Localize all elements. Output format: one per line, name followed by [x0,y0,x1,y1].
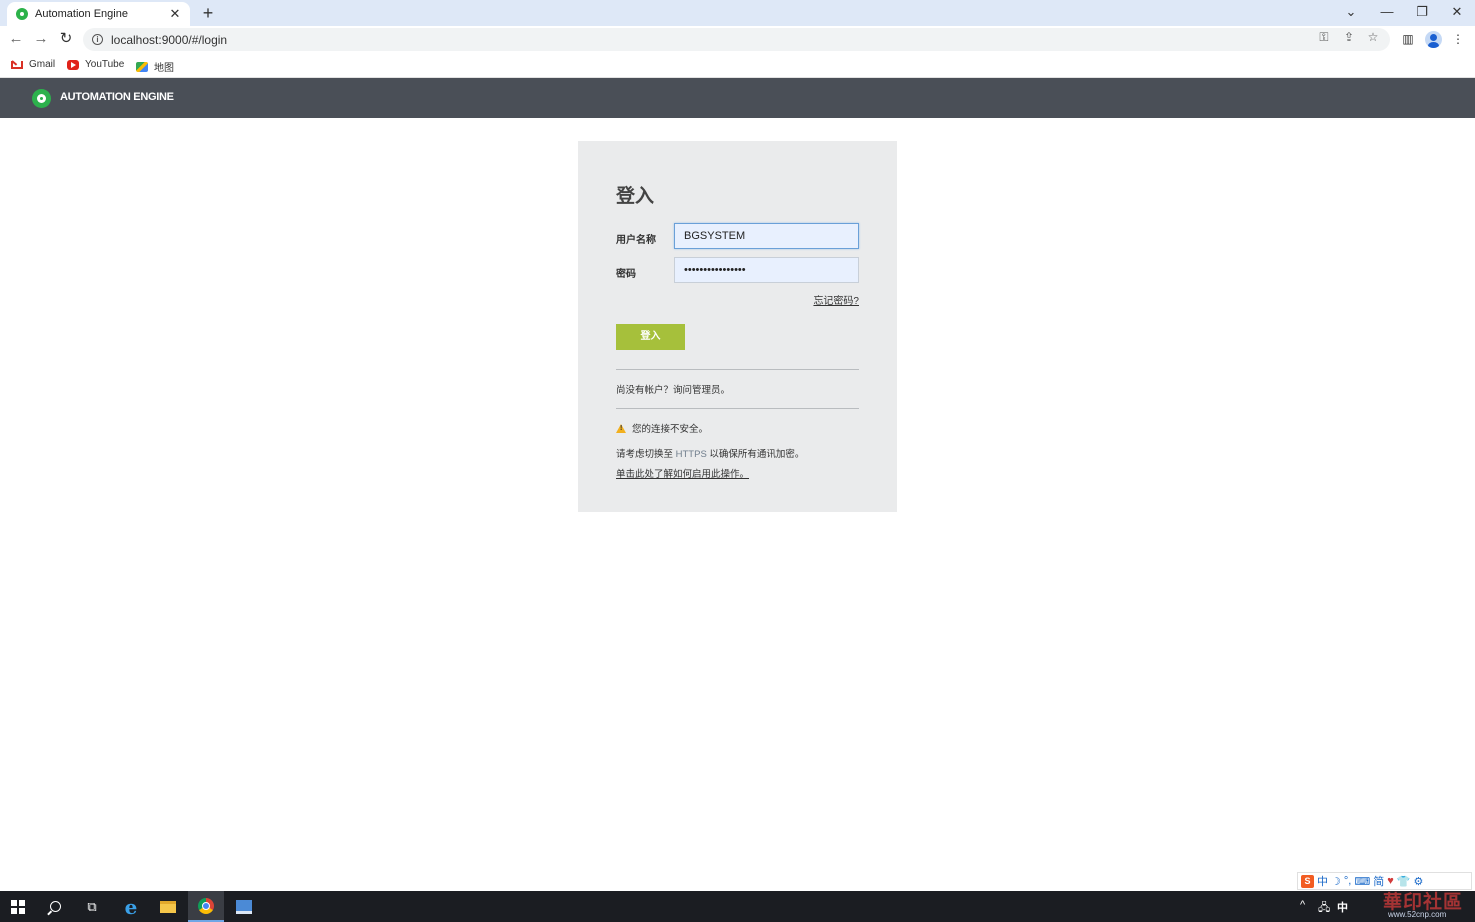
settings-gear-icon[interactable]: ⚙ [1413,875,1423,888]
close-window-button[interactable]: ✕ [1447,3,1467,21]
app-name[interactable]: AUTOMATION ENGINE [60,91,174,103]
ime-mode-icon[interactable]: 中 [1317,873,1328,889]
https-word: HTTPS [675,449,707,460]
warning-text: 您的连接不安全。 [632,424,709,435]
https-advice-text: 以确保所有通讯加密。 [706,449,805,460]
divider [616,369,859,370]
browser-menu-icon[interactable]: ⋮ [1450,32,1466,46]
address-bar[interactable]: i localhost:9000/#/login [83,28,1390,51]
warning-icon [616,424,626,433]
divider [616,408,859,409]
bookmark-gmail[interactable]: Gmail [11,59,55,70]
tab-title: Automation Engine [35,8,128,20]
tab-search-chevron-icon[interactable]: ⌄ [1341,3,1361,21]
windows-start-icon [11,899,25,914]
new-tab-button[interactable]: + [200,3,216,23]
forgot-password-link[interactable]: 忘记密码? [813,292,859,307]
password-label: 密码 [616,269,636,280]
site-info-icon[interactable]: i [92,34,103,45]
sogou-ime-icon[interactable]: S [1301,874,1314,888]
login-button[interactable]: 登入 [616,324,685,350]
bookmarks-bar: Gmail YouTube 地图 [0,54,1475,78]
restore-button[interactable]: ❐ [1412,3,1432,21]
bookmark-label: Gmail [29,59,56,70]
bookmark-maps[interactable]: 地图 [136,59,174,74]
app-header: AUTOMATION ENGINE [0,78,1475,118]
task-view-button[interactable]: ⧉ [74,891,110,922]
skin-icon[interactable]: 👕 [1397,875,1411,888]
password-input[interactable] [674,257,859,283]
reload-button[interactable]: ↻ [57,30,75,48]
username-input[interactable] [674,223,859,249]
bookmark-label: YouTube [85,59,125,70]
internet-explorer-button[interactable]: e [113,891,149,922]
ie-icon: e [124,894,138,919]
side-panel-icon[interactable]: ▥ [1400,32,1416,46]
bookmark-youtube[interactable]: YouTube [67,59,124,70]
https-advice-text: 请考虑切换至 [616,449,676,460]
search-button[interactable] [37,891,73,922]
browser-tab-strip: Automation Engine ✕ + ⌄ — ❐ ✕ [0,0,1475,26]
https-advice: 请考虑切换至 HTTPS 以确保所有通讯加密。 [616,446,804,460]
bookmark-label: 地图 [154,63,174,74]
tab-close-icon[interactable]: ✕ [168,6,182,22]
youtube-icon [67,59,79,70]
browser-toolbar: ← → ↻ i localhost:9000/#/login ⚿ ⇪ ☆ ▥ ⋮ [0,26,1475,54]
browser-tab[interactable]: Automation Engine ✕ [7,2,190,26]
share-icon[interactable]: ⇪ [1341,30,1357,44]
url-text[interactable]: localhost:9000/#/login [111,33,227,47]
heart-icon[interactable]: ♥ [1387,875,1394,887]
start-button[interactable] [0,891,36,922]
username-label: 用户名称 [616,235,656,246]
login-title: 登入 [616,186,655,207]
profile-avatar-icon[interactable] [1425,31,1442,48]
back-button[interactable]: ← [7,30,25,48]
login-panel: 登入 用户名称 密码 忘记密码? 登入 尚没有帐户？询问管理员。 您的连接不安全… [578,141,897,512]
file-explorer-icon [160,900,176,913]
moon-icon[interactable]: ☽ [1331,875,1341,888]
app-taskbar-button[interactable] [226,891,262,922]
learn-https-link[interactable]: 单击此处了解如何启用此操作。 [616,466,749,480]
minimize-button[interactable]: — [1377,3,1397,21]
file-explorer-button[interactable] [150,891,186,922]
gmail-icon [11,60,23,69]
task-view-icon: ⧉ [87,898,97,914]
no-account-text: 尚没有帐户？询问管理员。 [616,385,731,396]
automation-engine-favicon-icon [16,8,28,20]
password-key-icon[interactable]: ⚿ [1316,30,1332,45]
automation-engine-logo-icon[interactable] [32,89,51,108]
punctuation-icon[interactable]: °, [1344,875,1351,887]
network-icon[interactable]: 🖧 [1318,899,1330,918]
app-icon [236,899,252,914]
bookmark-star-icon[interactable]: ☆ [1365,30,1381,44]
forward-button[interactable]: → [32,30,50,48]
windows-taskbar: ⧉ e ^ 🖧 中 [0,891,1475,922]
chrome-taskbar-button[interactable] [188,891,224,922]
keyboard-icon[interactable]: ⌨ [1354,875,1370,888]
tray-overflow-icon[interactable]: ^ [1300,899,1305,911]
insecure-connection-warning: 您的连接不安全。 [616,421,708,435]
chrome-icon [198,897,214,914]
maps-icon [136,61,148,72]
ime-indicator[interactable]: 中 [1337,899,1348,915]
watermark-url: www.52cnp.com [1388,910,1447,919]
search-icon [49,901,61,912]
